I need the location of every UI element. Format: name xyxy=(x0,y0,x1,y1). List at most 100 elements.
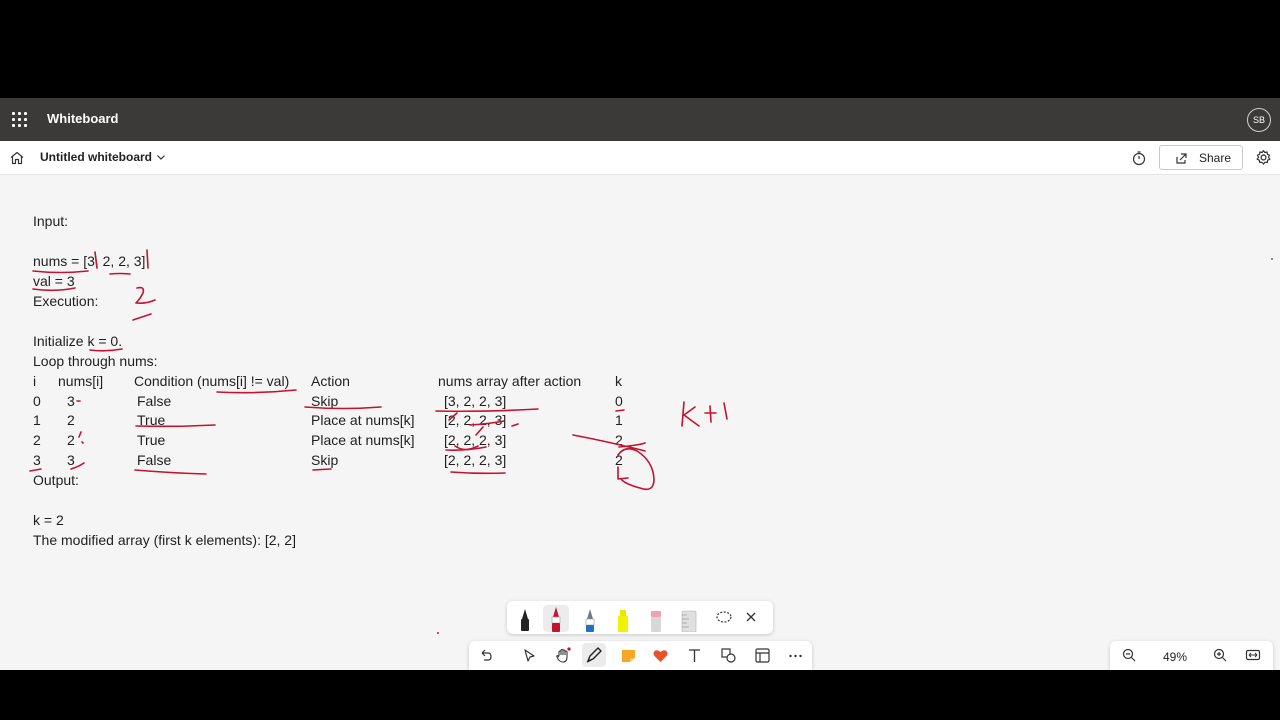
inking-pen-icon[interactable] xyxy=(582,643,606,667)
table-cell: Skip xyxy=(311,393,339,409)
ink-dash-row1 xyxy=(511,423,519,427)
table-cell: [2, 2, 2, 3] xyxy=(444,412,507,428)
table-cell: 3 xyxy=(67,452,75,468)
table-cell: 2 xyxy=(67,432,75,448)
shapes-icon[interactable] xyxy=(720,647,737,664)
share-label: Share xyxy=(1199,151,1232,165)
app-title: Whiteboard xyxy=(47,111,119,126)
input-label: Input: xyxy=(33,213,69,229)
gear-icon[interactable] xyxy=(1255,149,1272,166)
table-header: k xyxy=(615,373,622,389)
init-line: Initialize k = 0. xyxy=(33,333,123,349)
close-icon[interactable] xyxy=(744,610,758,624)
fit-to-screen-icon[interactable] xyxy=(1245,647,1261,663)
ink-k-circle xyxy=(617,447,655,491)
execution-label: Execution: xyxy=(33,293,99,309)
ink-digit-two xyxy=(135,286,156,304)
more-options-icon[interactable] xyxy=(787,647,804,664)
templates-icon[interactable] xyxy=(754,647,771,664)
black-pen-tool[interactable] xyxy=(515,605,535,632)
table-header: nums[i] xyxy=(58,373,104,389)
home-icon[interactable] xyxy=(9,150,25,166)
ink-underline-array-row3 xyxy=(450,471,506,475)
undo-icon[interactable] xyxy=(477,647,494,664)
main-toolbar xyxy=(469,641,812,670)
ink-mark-row2 xyxy=(78,431,82,438)
ink-underline-false xyxy=(134,469,207,475)
ink-underline-condition xyxy=(216,389,297,394)
ink-underline-k0 xyxy=(615,409,625,412)
ink-dot xyxy=(437,632,439,634)
table-cell: False xyxy=(137,452,172,468)
table-cell: Place at nums[k] xyxy=(311,412,415,428)
highlighter-icon xyxy=(618,610,628,632)
zoom-out-icon[interactable] xyxy=(1121,647,1137,663)
table-cell: 3 xyxy=(33,452,41,468)
red-pen-tool[interactable] xyxy=(543,605,569,632)
share-button[interactable]: Share xyxy=(1159,145,1243,170)
ink-plus-one xyxy=(704,402,728,423)
ink-underline-i3 xyxy=(29,468,42,472)
ink-dash-two xyxy=(132,313,152,321)
blue-pen-tool[interactable] xyxy=(580,605,600,632)
sticky-note-icon[interactable] xyxy=(620,647,637,664)
scroll-indicator xyxy=(1271,258,1273,260)
zoom-controls: 49% xyxy=(1110,641,1273,670)
table-cell: 2 xyxy=(615,452,623,468)
table-cell: [2, 2, 2, 3] xyxy=(444,432,507,448)
table-cell: False xyxy=(137,393,172,409)
k-result: k = 2 xyxy=(33,512,64,528)
table-cell: 1 xyxy=(615,412,623,428)
document-title[interactable]: Untitled whiteboard xyxy=(40,150,152,164)
whiteboard-window: Whiteboard SB Untitled whiteboard Share … xyxy=(0,98,1280,670)
app-launcher-icon[interactable] xyxy=(12,112,27,127)
table-header: nums array after action xyxy=(438,373,582,389)
ink-underline-skip-row3 xyxy=(312,468,332,471)
hand-pan-icon[interactable] xyxy=(554,647,571,664)
red-pen-icon xyxy=(551,607,561,632)
pen-tray xyxy=(507,601,773,634)
ink-annotations xyxy=(29,249,728,491)
table-cell: Skip xyxy=(311,452,339,468)
timer-icon[interactable] xyxy=(1131,150,1147,166)
val-line: val = 3 xyxy=(33,273,75,289)
blue-pen-icon xyxy=(585,609,595,632)
reactions-heart-icon[interactable] xyxy=(652,647,669,664)
app-bar: Whiteboard SB xyxy=(0,98,1280,141)
yellow-highlighter-tool[interactable] xyxy=(613,605,633,632)
loop-line: Loop through nums: xyxy=(33,353,158,369)
table-cell: 0 xyxy=(615,393,623,409)
ink-underline-array xyxy=(109,272,131,275)
table-cell: 1 xyxy=(33,412,41,428)
select-cursor-icon[interactable] xyxy=(521,647,538,664)
table-header: Condition (nums[i] != val) xyxy=(134,373,290,389)
zoom-in-icon[interactable] xyxy=(1212,647,1228,663)
table-header: i xyxy=(33,373,37,389)
modified-array-line: The modified array (first k elements): [… xyxy=(33,532,296,548)
table-cell: 2 xyxy=(33,432,41,448)
table-cell: [3, 2, 2, 3] xyxy=(444,393,507,409)
table-cell: 3 xyxy=(67,393,75,409)
table-cell: 2 xyxy=(615,432,623,448)
whiteboard-canvas[interactable]: Input: nums = [3, 2, 2, 3] val = 3 Execu… xyxy=(0,175,1280,670)
chevron-down-icon[interactable] xyxy=(155,151,167,163)
text-icon[interactable] xyxy=(686,647,703,664)
ruler-icon xyxy=(681,610,697,632)
table-header: Action xyxy=(311,373,350,389)
zoom-level[interactable]: 49% xyxy=(1163,650,1187,664)
nums-line: nums = [3, 2, 2, 3] xyxy=(33,253,146,269)
lasso-select-tool[interactable] xyxy=(714,605,734,632)
ruler-tool[interactable] xyxy=(679,605,699,632)
ink-bar-right xyxy=(146,249,149,269)
table-cell: 0 xyxy=(33,393,41,409)
table-cell: Place at nums[k] xyxy=(311,432,415,448)
ink-dot-row3-mid xyxy=(81,441,84,444)
avatar[interactable]: SB xyxy=(1247,108,1271,132)
eraser-tool[interactable] xyxy=(646,605,666,632)
table-cell: [2, 2, 2, 3] xyxy=(444,452,507,468)
table-cell: True xyxy=(137,412,166,428)
share-icon xyxy=(1176,153,1187,164)
ink-k-letter xyxy=(681,401,700,427)
lasso-icon xyxy=(716,611,732,623)
output-label: Output: xyxy=(33,472,79,488)
